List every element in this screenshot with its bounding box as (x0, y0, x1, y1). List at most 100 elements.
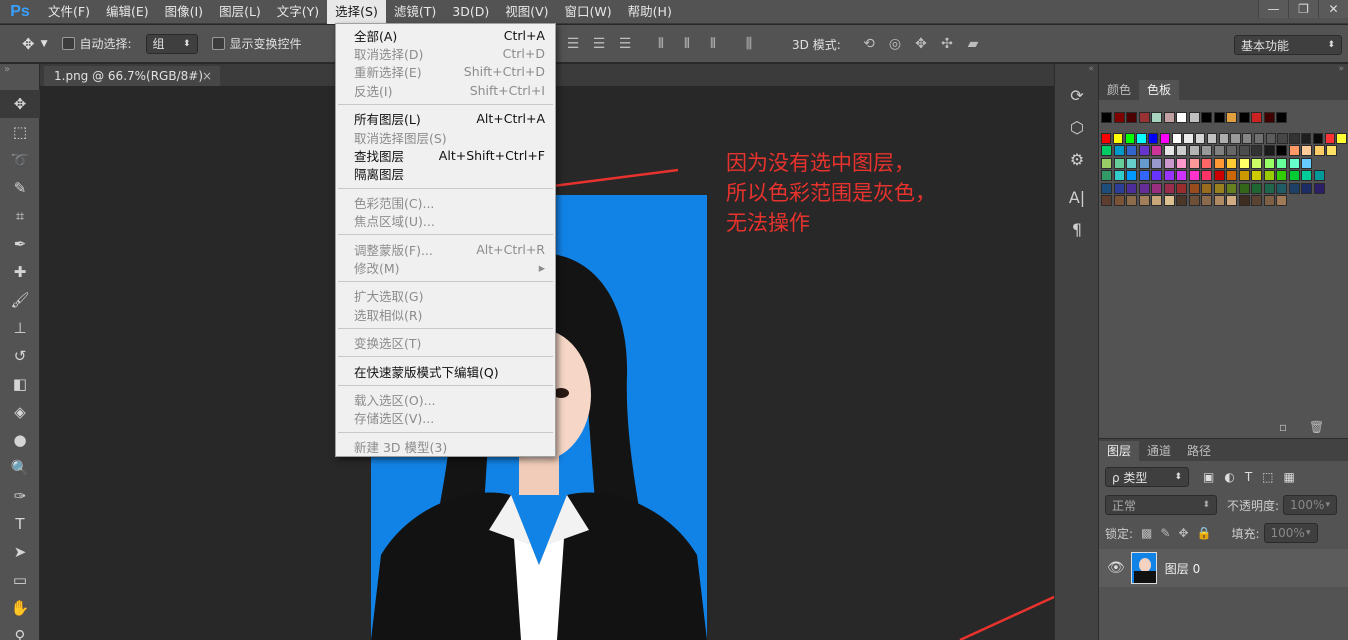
character-panel-icon[interactable]: A| (1060, 184, 1094, 212)
color-swatch[interactable] (1213, 112, 1225, 123)
color-swatch[interactable] (1113, 112, 1125, 123)
filter-pixel-icon[interactable]: ▣ (1203, 470, 1214, 484)
select-menu-item[interactable]: 新建 3D 模型(3) (336, 437, 555, 455)
paragraph-panel-icon[interactable]: ¶ (1060, 216, 1094, 244)
color-swatch[interactable] (1148, 132, 1159, 144)
color-swatch[interactable] (1251, 145, 1262, 156)
color-swatch[interactable] (1126, 182, 1137, 194)
color-swatch[interactable] (1138, 195, 1150, 206)
color-swatch[interactable] (1195, 132, 1206, 144)
color-swatch[interactable] (1263, 195, 1275, 206)
select-menu-item[interactable]: 修改(M) ▸ (336, 258, 555, 276)
color-swatch[interactable] (1218, 132, 1229, 144)
color-swatch[interactable] (1163, 112, 1175, 123)
color-swatch[interactable] (1126, 170, 1137, 181)
color-swatch[interactable] (1336, 132, 1347, 144)
color-swatch[interactable] (1151, 145, 1162, 156)
color-swatch[interactable] (1138, 145, 1150, 156)
color-swatch[interactable] (1126, 157, 1137, 169)
filter-smart-object-icon[interactable]: ▦ (1284, 470, 1295, 484)
color-swatch[interactable] (1301, 170, 1312, 181)
color-swatch[interactable] (1263, 170, 1275, 181)
layer-filter-dropdown[interactable]: ρ 类型 ⬍ (1105, 467, 1189, 487)
color-swatch[interactable] (1151, 182, 1162, 194)
color-swatch[interactable] (1151, 112, 1162, 123)
color-swatch[interactable] (1206, 132, 1218, 144)
color-swatch[interactable] (1188, 112, 1200, 123)
select-menu-item[interactable]: 调整蒙版(F)... Alt+Ctrl+R (336, 240, 555, 258)
color-swatch[interactable] (1188, 182, 1200, 194)
select-menu-item[interactable]: 在快速蒙版模式下编辑(Q) (336, 362, 555, 380)
lock-all-icon[interactable]: 🔒 (1197, 526, 1212, 540)
color-swatch[interactable] (1163, 170, 1175, 181)
select-menu-item[interactable]: 全部(A) Ctrl+A (336, 26, 555, 44)
color-swatch[interactable] (1253, 132, 1265, 144)
layer-row[interactable]: 👁 图层 0 (1099, 549, 1348, 587)
color-swatch[interactable] (1276, 145, 1287, 156)
select-menu-item[interactable]: 变换选区(T) (336, 333, 555, 351)
color-swatch[interactable] (1176, 112, 1187, 123)
new-swatch-icon[interactable]: ▫ (1279, 420, 1287, 434)
color-swatch[interactable] (1251, 112, 1262, 123)
lock-image-icon[interactable]: ✎ (1160, 526, 1170, 540)
select-menu-item[interactable]: 取消选择图层(S) (336, 128, 555, 146)
select-menu-item[interactable]: 隔离图层 (336, 165, 555, 183)
color-swatch[interactable] (1238, 182, 1250, 194)
color-swatch[interactable] (1176, 157, 1187, 169)
color-swatch[interactable] (1188, 195, 1200, 206)
color-swatch[interactable] (1138, 170, 1150, 181)
fill-input[interactable]: 100% ▾ (1263, 523, 1318, 543)
color-swatch[interactable] (1176, 182, 1187, 194)
color-swatch[interactable] (1126, 112, 1137, 123)
color-swatch[interactable] (1213, 182, 1225, 194)
properties-panel-icon[interactable]: ⚙ (1060, 146, 1094, 174)
select-menu-item[interactable]: 扩大选取(G) (336, 287, 555, 305)
select-menu-item[interactable]: 色彩范围(C)... (336, 193, 555, 211)
color-swatch[interactable] (1201, 112, 1212, 123)
color-swatch[interactable] (1313, 182, 1325, 194)
color-swatch[interactable] (1113, 157, 1125, 169)
select-menu-item[interactable]: 存储选区(V)... (336, 409, 555, 427)
color-swatch[interactable] (1163, 157, 1175, 169)
panel-collapse-icon[interactable]: » (1099, 64, 1348, 78)
color-swatch[interactable] (1138, 182, 1150, 194)
opacity-input[interactable]: 100% ▾ (1283, 495, 1338, 515)
color-swatch[interactable] (1263, 182, 1275, 194)
color-swatch[interactable] (1201, 157, 1212, 169)
color-swatch[interactable] (1226, 112, 1237, 123)
color-swatch[interactable] (1238, 112, 1250, 123)
color-swatch[interactable] (1176, 170, 1187, 181)
color-swatch[interactable] (1288, 145, 1300, 156)
lock-position-icon[interactable]: ✥ (1178, 526, 1188, 540)
color-swatch[interactable] (1188, 157, 1200, 169)
select-menu-item[interactable]: 取消选择(D) Ctrl+D (336, 44, 555, 62)
color-swatch[interactable] (1312, 132, 1324, 144)
color-swatch[interactable] (1101, 157, 1112, 169)
color-swatch[interactable] (1288, 157, 1300, 169)
color-swatch[interactable] (1251, 170, 1262, 181)
color-swatch[interactable] (1188, 145, 1200, 156)
select-menu-item[interactable]: 选取相似(R) (336, 305, 555, 323)
color-swatch[interactable] (1313, 145, 1325, 156)
color-swatch[interactable] (1124, 132, 1135, 144)
color-swatch[interactable] (1238, 157, 1250, 169)
color-swatch[interactable] (1276, 170, 1287, 181)
color-swatch[interactable] (1151, 170, 1162, 181)
tab-layers[interactable]: 图层 (1099, 441, 1140, 461)
color-swatch[interactable] (1238, 195, 1250, 206)
color-swatch[interactable] (1113, 195, 1125, 206)
color-swatch[interactable] (1126, 195, 1137, 206)
color-swatch[interactable] (1213, 145, 1225, 156)
color-swatch[interactable] (1213, 195, 1225, 206)
color-swatch[interactable] (1213, 170, 1225, 181)
color-swatch[interactable] (1251, 157, 1262, 169)
select-menu-item[interactable]: 重新选择(E) Shift+Ctrl+D (336, 63, 555, 81)
color-swatch[interactable] (1163, 145, 1175, 156)
3d-panel-icon[interactable]: ⬡ (1060, 114, 1094, 142)
color-swatch[interactable] (1276, 195, 1287, 206)
color-swatch[interactable] (1226, 182, 1237, 194)
color-swatch[interactable] (1176, 145, 1187, 156)
lock-transparent-icon[interactable]: ▩ (1141, 526, 1152, 540)
color-swatch[interactable] (1101, 170, 1112, 181)
color-swatch[interactable] (1113, 145, 1125, 156)
